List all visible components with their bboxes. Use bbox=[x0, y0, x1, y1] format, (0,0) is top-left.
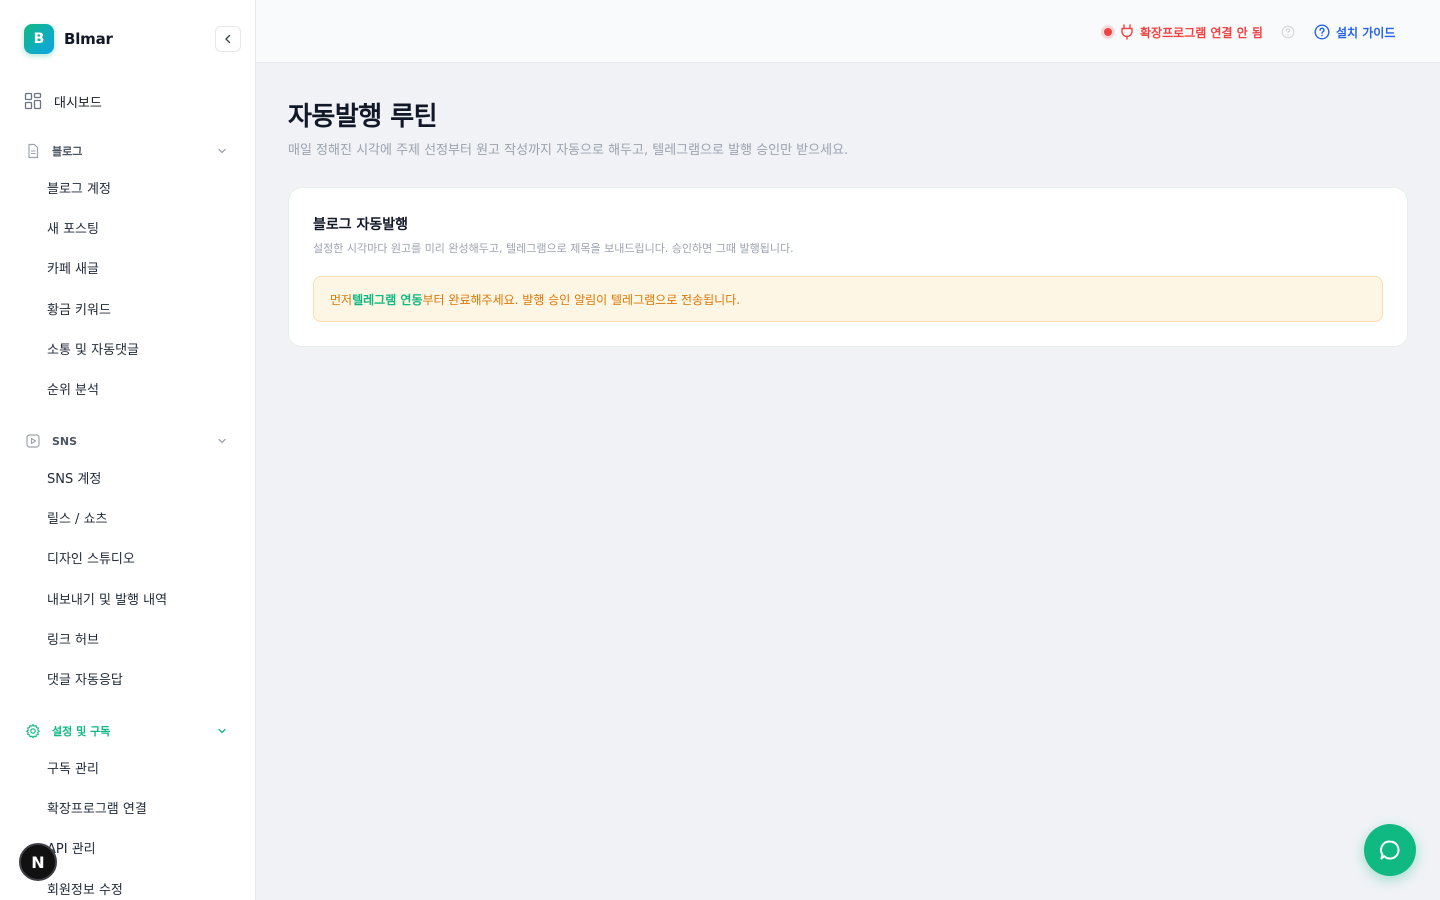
sidebar-item-reels-shorts[interactable]: 릴스 / 쇼츠 bbox=[47, 510, 108, 530]
telegram-link[interactable]: 텔레그램 연동 bbox=[352, 291, 422, 308]
sidebar-group-sns[interactable]: SNS bbox=[24, 431, 232, 451]
sidebar-item-dashboard[interactable]: 대시보드 bbox=[24, 90, 102, 112]
sidebar-group-blog[interactable]: 블로그 bbox=[24, 141, 232, 161]
sidebar-item-export-history[interactable]: 내보내기 및 발행 내역 bbox=[47, 591, 167, 611]
sidebar-item-new-post[interactable]: 새 포스팅 bbox=[47, 220, 99, 240]
sidebar-item-rank-analysis[interactable]: 순위 분석 bbox=[47, 381, 99, 401]
sidebar-item-label: 대시보드 bbox=[54, 95, 102, 111]
sidebar-group-settings[interactable]: 설정 및 구독 bbox=[24, 721, 232, 741]
next-dev-badge[interactable]: N bbox=[19, 843, 57, 881]
page-title: 자동발행 루틴 bbox=[288, 102, 438, 132]
chevron-down-icon bbox=[218, 728, 226, 734]
sidebar: B Blmar 대시보드 블로그 블로그 계정 새 포스팅 카페 새글 황금 키… bbox=[0, 0, 256, 900]
status-dot bbox=[1104, 28, 1112, 36]
chevron-down-icon bbox=[218, 148, 226, 154]
brand-name: Blmar bbox=[64, 30, 113, 48]
plug-icon bbox=[1120, 24, 1134, 40]
sidebar-item-golden-keyword[interactable]: 황금 키워드 bbox=[47, 301, 111, 321]
sidebar-group-label: 설정 및 구독 bbox=[52, 725, 111, 738]
sidebar-item-auto-comment[interactable]: 소통 및 자동댓글 bbox=[47, 341, 139, 361]
install-guide-label: 설치 가이드 bbox=[1336, 25, 1396, 40]
sidebar-item-extension-link[interactable]: 확장프로그램 연결 bbox=[47, 800, 147, 820]
dashboard-icon bbox=[24, 92, 42, 110]
auto-publish-card: 블로그 자동발행 설정한 시각마다 원고를 미리 완성해두고, 텔레그램으로 제… bbox=[288, 187, 1408, 347]
sidebar-item-blog-account[interactable]: 블로그 계정 bbox=[47, 180, 111, 200]
sidebar-item-comment-autoreply[interactable]: 댓글 자동응답 bbox=[47, 671, 123, 691]
brand-logo: B bbox=[24, 24, 54, 54]
sidebar-item-subscription[interactable]: 구독 관리 bbox=[47, 760, 99, 780]
gear-icon bbox=[24, 722, 42, 740]
card-title: 블로그 자동발행 bbox=[313, 217, 409, 233]
app-root: B Blmar 대시보드 블로그 블로그 계정 새 포스팅 카페 새글 황금 키… bbox=[0, 0, 1440, 900]
notice-suffix: 부터 완료해주세요. 발행 승인 알림이 텔레그램으로 전송됩니다. bbox=[422, 292, 741, 307]
chevron-down-icon bbox=[218, 438, 226, 444]
help-icon[interactable] bbox=[1281, 25, 1295, 39]
chat-bubble-icon bbox=[1380, 840, 1400, 860]
chat-button[interactable] bbox=[1364, 824, 1416, 876]
brand[interactable]: B Blmar bbox=[24, 24, 113, 54]
telegram-notice: 먼저 텔레그램 연동 부터 완료해주세요. 발행 승인 알림이 텔레그램으로 전송… bbox=[313, 276, 1383, 322]
extension-status-text: 확장프로그램 연결 안 됨 bbox=[1140, 25, 1263, 40]
extension-status[interactable]: 확장프로그램 연결 안 됨 bbox=[1104, 22, 1263, 42]
sidebar-collapse-button[interactable] bbox=[215, 26, 241, 52]
sidebar-item-link-hub[interactable]: 링크 허브 bbox=[47, 631, 99, 651]
chevron-left-icon bbox=[225, 34, 231, 44]
play-icon bbox=[24, 432, 42, 450]
install-guide-link[interactable]: 설치 가이드 bbox=[1314, 22, 1395, 42]
sidebar-item-sns-account[interactable]: SNS 계정 bbox=[47, 470, 101, 490]
card-description: 설정한 시각마다 원고를 미리 완성해두고, 텔레그램으로 제목을 보내드립니다… bbox=[313, 242, 794, 255]
sidebar-item-design-studio[interactable]: 디자인 스튜디오 bbox=[47, 550, 135, 570]
sidebar-item-cafe-post[interactable]: 카페 새글 bbox=[47, 260, 99, 280]
page-subtitle: 매일 정해진 시각에 주제 선정부터 원고 작성까지 자동으로 해두고, 텔레그… bbox=[288, 143, 849, 158]
question-circle-icon bbox=[1314, 24, 1330, 40]
top-header: 확장프로그램 연결 안 됨 설치 가이드 bbox=[256, 0, 1440, 63]
document-icon bbox=[24, 142, 42, 160]
sidebar-group-label: SNS bbox=[52, 434, 78, 448]
notice-prefix: 먼저 bbox=[330, 292, 353, 307]
sidebar-group-label: 블로그 bbox=[52, 145, 83, 158]
sidebar-item-profile-edit[interactable]: 회원정보 수정 bbox=[47, 881, 123, 900]
